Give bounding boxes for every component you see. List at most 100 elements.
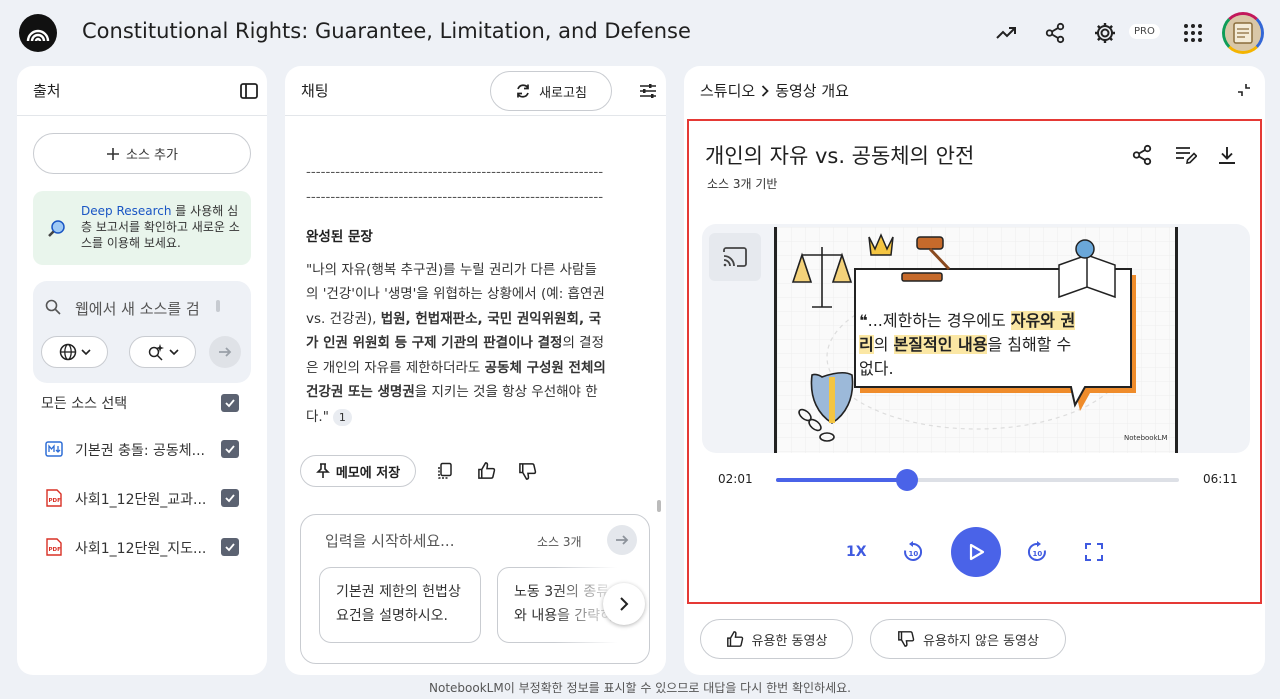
apps-grid-icon[interactable] (1180, 20, 1206, 46)
user-avatar[interactable] (1222, 12, 1264, 54)
video-source-info: 소스 3개 기반 (707, 177, 778, 191)
select-all-checkbox[interactable] (221, 394, 239, 412)
video-player[interactable]: ❝...제한하는 경우에도 자유와 권리의 본질적인 내용을 침해할 수 없다.… (702, 224, 1250, 453)
suggested-question[interactable]: 기본권 제한의 헌법상 요건을 설명하시오. (319, 567, 481, 643)
refresh-icon (515, 83, 531, 99)
source-item[interactable]: PDF 사회1_12단원_지도... (17, 527, 267, 567)
thumbs-down-icon[interactable] (518, 462, 537, 481)
chevron-down-icon (80, 347, 91, 357)
citation-badge[interactable]: 1 (332, 408, 352, 426)
slide-quote: ❝...제한하는 경우에도 자유와 권리의 본질적인 내용을 침해할 수 없다. (859, 309, 1089, 381)
quote-mark: ❝ (859, 311, 868, 330)
play-icon (966, 542, 986, 562)
helpful-video-button[interactable]: 유용한 동영상 (700, 619, 853, 659)
collapse-icon[interactable] (1237, 83, 1251, 97)
chat-input[interactable]: 입력을 시작하세요... (325, 530, 454, 551)
source-checkbox[interactable] (221, 489, 239, 507)
chat-scrollbar-thumb[interactable] (657, 500, 661, 512)
helpful-video-label: 유용한 동영상 (751, 633, 828, 649)
sources-panel: 출처 소스 추가 Deep Research 를 사용해 심층 보고서를 확인하… (17, 66, 267, 675)
breadcrumb-current: 동영상 개요 (775, 82, 849, 100)
chevron-down-icon (168, 347, 179, 357)
notebook-title[interactable]: Constitutional Rights: Guarantee, Limita… (82, 19, 691, 43)
collapse-panel-icon[interactable] (240, 82, 258, 100)
copy-icon[interactable] (436, 462, 454, 480)
download-icon[interactable] (1217, 145, 1237, 165)
not-helpful-video-button[interactable]: 유용하지 않은 동영상 (870, 619, 1066, 659)
chevron-right-icon (761, 84, 769, 97)
quote-text: ...제한하는 경우에도 (867, 311, 1011, 330)
select-all-label: 모든 소스 선택 (41, 396, 128, 412)
studio-panel: 스튜디오 동영상 개요 개인의 자유 vs. 공동체의 안전 소스 3개 기반 (684, 66, 1265, 675)
playback-speed-button[interactable]: 1X (846, 544, 867, 560)
source-label: 사회1_12단원_지도... (75, 541, 207, 557)
add-source-button[interactable]: 소스 추가 (33, 133, 251, 174)
deep-research-promo: Deep Research 를 사용해 심층 보고서를 확인하고 새로운 소스를… (33, 191, 251, 265)
sources-header-divider (17, 115, 267, 116)
source-label: 기본권 충돌: 공동체... (75, 443, 206, 459)
chat-header-divider (285, 115, 666, 116)
breadcrumb-studio[interactable]: 스튜디오 (700, 80, 755, 101)
arrow-right-icon (217, 344, 233, 360)
cast-icon (723, 247, 747, 267)
arrow-right-icon (614, 532, 630, 548)
edit-notes-icon[interactable] (1175, 145, 1197, 165)
deep-research-text: Deep Research 를 사용해 심층 보고서를 확인하고 새로운 소스를… (81, 203, 243, 251)
search-icon (45, 299, 61, 315)
svg-text:PDF: PDF (49, 547, 62, 553)
slide-watermark: NotebookLM (1124, 434, 1168, 442)
source-checkbox[interactable] (221, 538, 239, 556)
forward-10-icon[interactable]: 10 (1026, 541, 1048, 563)
chevron-right-icon (618, 597, 630, 611)
chat-source-count: 소스 3개 (537, 535, 582, 549)
settings-gear-icon[interactable] (1092, 20, 1118, 46)
chat-response-heading: 완성된 문장 (306, 229, 373, 245)
send-button[interactable] (607, 525, 637, 555)
deep-research-link[interactable]: Deep Research (81, 204, 171, 218)
rewind-10-icon[interactable]: 10 (902, 541, 924, 563)
share-icon[interactable] (1131, 144, 1153, 166)
source-item[interactable]: PDF 사회1_12단원_교과... (17, 478, 267, 518)
analytics-trend-icon[interactable] (993, 20, 1019, 46)
seek-bar-thumb[interactable] (896, 469, 919, 491)
chat-separator-line: ----------------------------------------… (306, 164, 604, 205)
svg-text:10: 10 (1033, 550, 1043, 558)
chat-settings-sliders-icon[interactable] (639, 82, 657, 100)
markdown-file-icon (45, 441, 63, 457)
sources-panel-title: 출처 (33, 82, 61, 100)
magnifier-globe-icon (47, 219, 67, 239)
submit-search-button[interactable] (209, 336, 241, 368)
seek-bar[interactable] (776, 469, 1179, 491)
notebooklm-logo[interactable] (19, 14, 57, 52)
search-input[interactable]: 웹에서 새 소스를 검 (75, 298, 200, 319)
source-label: 사회1_12단원_교과... (75, 492, 207, 508)
refresh-button[interactable]: 새로고침 (490, 71, 612, 111)
globe-icon (59, 343, 77, 361)
video-slide: ❝...제한하는 경우에도 자유와 권리의 본질적인 내용을 침해할 수 없다.… (774, 227, 1178, 453)
chat-panel-title: 채팅 (301, 82, 329, 100)
search-scrollbar (216, 300, 220, 312)
breadcrumb: 스튜디오 동영상 개요 (700, 80, 849, 101)
total-duration: 06:11 (1203, 472, 1238, 486)
fullscreen-icon[interactable] (1085, 543, 1103, 561)
web-source-dropdown[interactable] (41, 336, 108, 368)
save-to-note-label: 메모에 저장 (335, 465, 401, 481)
play-button[interactable] (951, 527, 1001, 577)
cast-button[interactable] (709, 233, 761, 281)
research-mode-dropdown[interactable] (129, 336, 196, 368)
pdf-file-icon: PDF (46, 489, 62, 507)
thumbs-up-icon[interactable] (477, 461, 496, 480)
save-to-note-button[interactable]: 메모에 저장 (300, 455, 416, 487)
thumbs-up-icon (726, 630, 744, 648)
refresh-label: 새로고침 (539, 85, 587, 101)
share-icon[interactable] (1042, 20, 1068, 46)
source-item[interactable]: 기본권 충돌: 공동체... (17, 429, 267, 469)
not-helpful-video-label: 유용하지 않은 동영상 (923, 633, 1039, 649)
chat-response: ----------------------------------------… (306, 160, 606, 429)
web-source-search: 웹에서 새 소스를 검 (33, 281, 251, 383)
next-suggestion-button[interactable] (603, 583, 645, 625)
current-time: 02:01 (718, 472, 753, 486)
pro-badge: PRO (1129, 24, 1160, 39)
source-checkbox[interactable] (221, 440, 239, 458)
chat-panel: 채팅 새로고침 --------------------------------… (285, 66, 666, 675)
